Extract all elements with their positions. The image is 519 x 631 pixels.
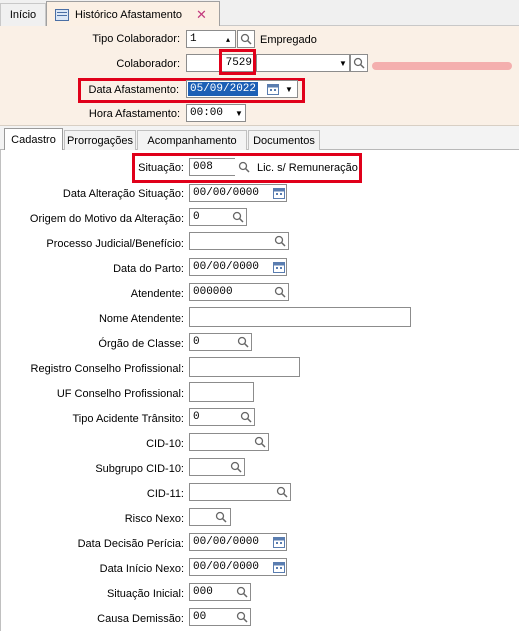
- hora-afastamento-label: Hora Afastamento:: [88, 108, 180, 120]
- origem-motivo-search-button[interactable]: [229, 208, 247, 226]
- nome-atendente-field[interactable]: [189, 307, 411, 327]
- processo-judicial-label: Processo Judicial/Benefício:: [46, 238, 184, 250]
- situacao-search-button[interactable]: [235, 158, 253, 176]
- magnifier-icon: [237, 336, 249, 348]
- risco-nexo-label: Risco Nexo:: [124, 513, 184, 525]
- atendente-label: Atendente:: [130, 288, 184, 300]
- situacao-inicial-value: 000: [193, 586, 213, 598]
- colaborador-name-select[interactable]: [256, 54, 350, 72]
- tab-historico-afastamento[interactable]: Histórico Afastamento ✕: [46, 1, 220, 27]
- hora-afastamento-value: 00:00: [190, 107, 224, 119]
- data-afastamento-field[interactable]: 05/09/2022: [186, 80, 298, 98]
- cid11-search-button[interactable]: [273, 483, 291, 501]
- situacao-inicial-label: Situação Inicial:: [106, 588, 184, 600]
- cid10-label: CID-10:: [146, 438, 184, 450]
- magnifier-icon: [353, 57, 365, 69]
- processo-judicial-search-button[interactable]: [271, 232, 289, 250]
- registro-conselho-label: Registro Conselho Profissional:: [30, 363, 184, 375]
- nome-atendente-label: Nome Atendente:: [98, 313, 184, 325]
- tipo-acidente-label: Tipo Acidente Trânsito:: [72, 413, 185, 425]
- origem-motivo-value: 0: [193, 211, 200, 223]
- calendar-icon[interactable]: [272, 186, 286, 200]
- tab-history-label: Histórico Afastamento: [75, 8, 182, 21]
- data-decisao-pericia-value: 00/00/0000: [193, 536, 260, 548]
- data-inicio-nexo-label: Data Início Nexo:: [99, 563, 184, 575]
- tab-documentos-label: Documentos: [253, 134, 315, 147]
- calendar-icon[interactable]: [272, 560, 286, 574]
- tipo-colaborador-value: 1: [190, 33, 197, 45]
- situacao-value: 008: [193, 161, 213, 173]
- risco-nexo-search-button[interactable]: [212, 508, 230, 526]
- magnifier-icon: [240, 33, 252, 45]
- magnifier-icon: [274, 235, 286, 247]
- tab-documentos[interactable]: Documentos: [248, 130, 320, 150]
- magnifier-icon: [232, 211, 244, 223]
- subgrupo-cid10-label: Subgrupo CID-10:: [95, 463, 184, 475]
- registro-conselho-field[interactable]: [189, 357, 300, 377]
- magnifier-icon: [276, 486, 288, 498]
- calendar-icon[interactable]: [266, 82, 280, 96]
- tab-cadastro-label: Cadastro: [11, 134, 56, 146]
- colaborador-label: Colaborador:: [116, 58, 180, 70]
- situacao-inicial-search-button[interactable]: [233, 583, 251, 601]
- highlight-box-colaborador: [219, 49, 256, 75]
- magnifier-icon: [236, 586, 248, 598]
- magnifier-icon: [230, 461, 242, 473]
- tab-acompanhamento[interactable]: Acompanhamento: [137, 130, 247, 150]
- uf-conselho-label: UF Conselho Profissional:: [56, 388, 184, 400]
- tab-home[interactable]: Início: [0, 3, 46, 26]
- tab-home-label: Início: [9, 9, 37, 21]
- magnifier-icon: [236, 611, 248, 623]
- cid10-search-button[interactable]: [251, 433, 269, 451]
- causa-demissao-search-button[interactable]: [233, 608, 251, 626]
- magnifier-icon: [240, 411, 252, 423]
- tipo-acidente-search-button[interactable]: [237, 408, 255, 426]
- data-afastamento-label: Data Afastamento:: [88, 84, 180, 96]
- redacted-name: [372, 62, 512, 70]
- magnifier-icon: [274, 286, 286, 298]
- spinner-arrows-icon[interactable]: ▼: [233, 105, 245, 121]
- spinner-arrows-icon[interactable]: ▼: [283, 81, 295, 97]
- tab-prorrogacoes-label: Prorrogações: [66, 134, 134, 147]
- data-inicio-nexo-value: 00/00/0000: [193, 561, 260, 573]
- tipo-acidente-value: 0: [193, 411, 200, 423]
- tab-acompanhamento-label: Acompanhamento: [147, 134, 237, 147]
- calendar-icon[interactable]: [272, 260, 286, 274]
- situacao-label: Situação:: [138, 162, 184, 174]
- situacao-desc: Lic. s/ Remuneração: [257, 162, 358, 174]
- orgao-classe-label: Órgão de Classe:: [98, 338, 184, 350]
- magnifier-icon: [215, 511, 227, 523]
- subgrupo-cid10-search-button[interactable]: [227, 458, 245, 476]
- data-parto-label: Data do Parto:: [113, 263, 184, 275]
- orgao-classe-search-button[interactable]: [234, 333, 252, 351]
- spinner-arrows-icon[interactable]: ▴: [222, 31, 234, 47]
- close-icon[interactable]: ✕: [196, 7, 207, 23]
- atendente-search-button[interactable]: [271, 283, 289, 301]
- atendente-value: 000000: [193, 286, 233, 298]
- tab-cadastro[interactable]: Cadastro: [4, 128, 63, 151]
- chevron-down-icon[interactable]: ▼: [337, 55, 349, 71]
- tipo-colaborador-search-button[interactable]: [237, 30, 255, 48]
- magnifier-icon: [254, 436, 266, 448]
- tipo-colaborador-desc: Empregado: [260, 34, 317, 46]
- magnifier-icon: [238, 161, 250, 173]
- origem-motivo-label: Origem do Motivo da Alteração:: [29, 213, 184, 225]
- form-icon: [55, 8, 69, 21]
- data-parto-value: 00/00/0000: [193, 261, 260, 273]
- causa-demissao-label: Causa Demissão:: [97, 613, 184, 625]
- causa-demissao-value: 00: [193, 611, 207, 623]
- calendar-icon[interactable]: [272, 535, 286, 549]
- data-decisao-pericia-label: Data Decisão Perícia:: [77, 538, 184, 550]
- data-afastamento-value: 05/09/2022: [188, 82, 259, 96]
- tipo-colaborador-label: Tipo Colaborador:: [92, 33, 180, 45]
- orgao-classe-value: 0: [193, 336, 200, 348]
- data-alteracao-situacao-value: 00/00/0000: [193, 187, 260, 199]
- situacao-field[interactable]: 008: [189, 158, 237, 176]
- tab-prorrogacoes[interactable]: Prorrogações: [64, 130, 136, 150]
- uf-conselho-field[interactable]: [189, 382, 254, 402]
- colaborador-search-button[interactable]: [350, 54, 368, 72]
- cid11-label: CID-11:: [146, 488, 184, 500]
- data-alteracao-situacao-label: Data Alteração Situação:: [62, 188, 184, 200]
